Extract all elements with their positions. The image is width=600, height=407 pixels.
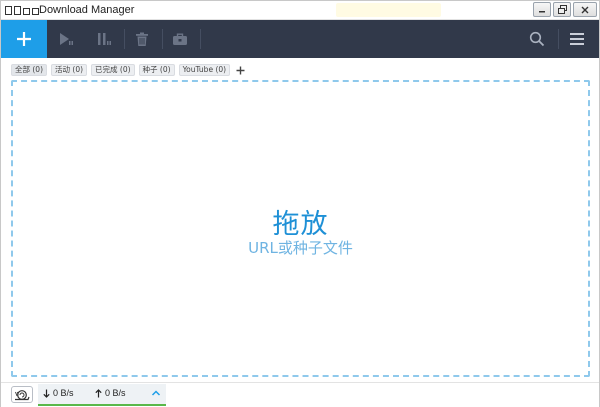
snail-icon [15, 389, 30, 400]
title-bar-highlight [336, 3, 441, 17]
minimize-button[interactable] [533, 2, 551, 17]
arrow-up-icon [95, 388, 102, 397]
plus-icon [17, 32, 31, 46]
app-icon [5, 6, 39, 15]
menu-button[interactable] [558, 20, 596, 58]
tag-completed[interactable]: 已完成 (0) [91, 64, 135, 76]
drop-zone[interactable]: 拖放 URL或种子文件 [11, 80, 590, 377]
play-icon [60, 33, 73, 45]
chevron-up-icon[interactable] [151, 389, 161, 397]
pause-icon [98, 33, 111, 45]
window-title: Download Manager [39, 4, 135, 16]
tag-active[interactable]: 活动 (0) [51, 64, 88, 76]
resume-button[interactable] [47, 20, 85, 58]
move-button[interactable] [161, 20, 199, 58]
maximize-button[interactable] [553, 2, 571, 17]
tag-youtube[interactable]: YouTube (0) [178, 64, 231, 76]
drop-zone-subtitle: URL或种子文件 [248, 239, 353, 257]
minimize-icon [539, 10, 545, 12]
speed-panel[interactable]: 0 B/s 0 B/s [38, 384, 166, 406]
tag-torrents[interactable]: 种子 (0) [138, 64, 175, 76]
delete-button[interactable] [123, 20, 161, 58]
hamburger-icon [570, 33, 584, 45]
app-window: Download Manager 全部 (0) 活动 (0) 已完成 (0) 种… [0, 0, 600, 407]
title-bar[interactable]: Download Manager [1, 1, 599, 20]
add-download-button[interactable] [1, 20, 47, 58]
download-speed: 0 B/s [43, 388, 74, 398]
close-button[interactable] [573, 2, 597, 17]
search-button[interactable] [518, 20, 556, 58]
plus-icon [236, 66, 245, 74]
add-tag-button[interactable] [234, 64, 246, 76]
toolbar-separator [200, 29, 201, 49]
close-icon [581, 6, 589, 13]
download-speed-value: 0 B/s [53, 388, 74, 398]
pause-button[interactable] [85, 20, 123, 58]
drop-zone-title: 拖放 [272, 209, 329, 240]
briefcase-icon [173, 33, 187, 45]
arrow-down-icon [43, 389, 50, 398]
upload-speed-value: 0 B/s [105, 388, 126, 398]
toolbar [1, 20, 599, 58]
status-bar: 0 B/s 0 B/s [1, 382, 599, 407]
search-icon [529, 31, 545, 47]
restore-icon [557, 5, 567, 14]
speed-limit-button[interactable] [11, 386, 33, 403]
upload-speed: 0 B/s [95, 388, 126, 398]
trash-icon [136, 32, 148, 46]
window-controls [533, 2, 597, 17]
tag-filter-bar: 全部 (0) 活动 (0) 已完成 (0) 种子 (0) YouTube (0) [11, 64, 246, 76]
tag-all[interactable]: 全部 (0) [11, 64, 48, 76]
